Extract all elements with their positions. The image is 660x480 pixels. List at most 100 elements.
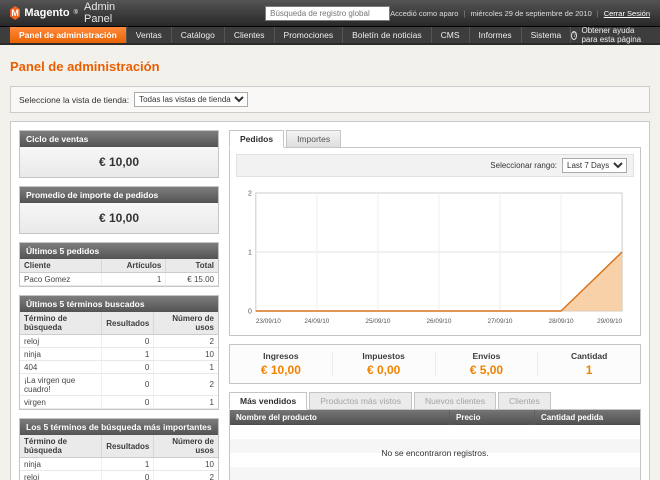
table-cell: virgen: [20, 396, 102, 409]
nav-item[interactable]: Promociones: [275, 27, 344, 43]
last-search-terms-table: Término de búsquedaResultadosNúmero de u…: [20, 312, 218, 409]
global-search: [265, 6, 390, 21]
svg-text:23/09/10: 23/09/10: [256, 318, 281, 325]
last-orders-box: Últimos 5 pedidos ClienteArtículosTotal …: [19, 242, 219, 287]
chart-toolbar: Seleccionar rango: Last 7 Days: [236, 154, 634, 177]
total-cell: Envíos€ 5,00: [435, 351, 538, 377]
dashboard-left-column: Ciclo de ventas € 10,00 Promedio de impo…: [19, 130, 219, 480]
nav-item[interactable]: Panel de administración: [10, 27, 127, 43]
bestsellers-panel: Nombre del productoPrecioCantidad pedida…: [229, 409, 641, 480]
content-area: Panel de administración Seleccione la vi…: [0, 45, 660, 480]
tab: Nuevos clientes: [414, 392, 496, 410]
range-label: Seleccionar rango:: [490, 161, 557, 170]
header-meta: Accedió como aparo | miércoles 29 de sep…: [390, 9, 650, 18]
trademark-symbol: ®: [74, 10, 78, 16]
svg-text:1: 1: [248, 249, 252, 256]
total-label: Ingresos: [230, 351, 332, 361]
table-cell: 2: [154, 471, 218, 480]
total-value: € 5,00: [436, 363, 538, 377]
table-row: ¡La virgen que cuadro!02: [20, 374, 218, 396]
grid-tabs: Más vendidosProductos más vistosNuevos c…: [229, 392, 641, 410]
svg-text:2: 2: [248, 190, 252, 197]
nav-item[interactable]: Sistema: [522, 27, 572, 43]
bestsellers-body: No se encontraron registros.: [230, 425, 640, 480]
column-header: Total: [166, 259, 218, 273]
table-cell: € 15.00: [166, 273, 218, 286]
table-cell: 0: [102, 361, 154, 374]
column-header: Cliente: [20, 259, 101, 273]
table-cell: 0: [102, 335, 154, 348]
lifetime-sales-box: Ciclo de ventas € 10,00: [19, 130, 219, 178]
box-title: Los 5 términos de búsqueda más important…: [20, 419, 218, 435]
total-value: € 0,00: [333, 363, 435, 377]
orders-chart: 01223/09/1024/09/1025/09/1026/09/1027/09…: [238, 185, 632, 327]
magento-logo-icon: M: [10, 6, 20, 20]
nav-item[interactable]: Catálogo: [172, 27, 225, 43]
table-cell: 2: [154, 335, 218, 348]
total-cell: Impuestos € 0,00: [332, 351, 435, 377]
global-search-input[interactable]: [265, 6, 390, 21]
column-header: Artículos: [101, 259, 166, 273]
logged-in-as: Accedió como aparo: [390, 9, 458, 18]
table-cell: Paco Gomez: [20, 273, 101, 286]
table-cell: reloj: [20, 471, 102, 480]
column-header: Precio: [450, 410, 535, 425]
svg-text:28/09/10: 28/09/10: [549, 318, 574, 325]
dashboard-main: Ciclo de ventas € 10,00 Promedio de impo…: [10, 121, 650, 480]
column-header: Término de búsqueda: [20, 312, 102, 335]
magento-logo: M Magento® Admin Panel: [10, 1, 130, 25]
dashboard-right-column: PedidosImportes Seleccionar rango: Last …: [229, 130, 641, 480]
range-select[interactable]: Last 7 Days: [562, 158, 627, 173]
nav-item[interactable]: Boletín de noticias: [343, 27, 431, 43]
totals-row: Ingresos€ 10,00Impuestos € 0,00Envíos€ 5,…: [229, 344, 641, 384]
diagram-panel: Seleccionar rango: Last 7 Days 0 1 2 23/09/…: [229, 147, 641, 336]
table-cell: 1: [102, 348, 154, 361]
total-cell: Ingresos€ 10,00: [230, 351, 332, 377]
box-title: Ciclo de ventas: [20, 131, 218, 147]
chart-wrap: 01223/09/1024/09/1025/09/1026/09/1027/09…: [236, 183, 634, 329]
header-date: miércoles 29 de septiembre de 2010: [470, 9, 591, 18]
nav-item[interactable]: Informes: [470, 27, 522, 43]
main-nav: Panel de administraciónVentasCatálogoCli…: [0, 27, 660, 45]
column-header: Número de usos: [154, 435, 218, 458]
tab[interactable]: Más vendidos: [229, 392, 307, 410]
column-header: Cantidad pedida: [535, 410, 640, 425]
separator: |: [597, 9, 599, 18]
box-title: Promedio de importe de pedidos: [20, 187, 218, 203]
logo-brand: Magento: [24, 7, 69, 19]
store-switcher: Seleccione la vista de tienda: Todas las…: [10, 86, 650, 113]
table-cell: 1: [154, 396, 218, 409]
store-switcher-select[interactable]: Todas las vistas de tienda: [134, 92, 248, 107]
box-title: Últimos 5 términos buscados: [20, 296, 218, 312]
tab: Productos más vistos: [309, 392, 412, 410]
help-link[interactable]: Obtener ayuda para esta página: [571, 27, 650, 43]
svg-text:24/09/10: 24/09/10: [304, 318, 329, 325]
last-search-terms-box: Últimos 5 términos buscados Término de b…: [19, 295, 219, 410]
table-cell: 0: [102, 471, 154, 480]
logout-link[interactable]: Cerrar Sesión: [604, 9, 650, 18]
table-cell: 0: [102, 396, 154, 409]
table-cell: 1: [102, 458, 154, 471]
svg-text:27/09/10: 27/09/10: [488, 318, 513, 325]
top-search-terms-table: Término de búsquedaResultadosNúmero de u…: [20, 435, 218, 480]
table-row: reloj02: [20, 335, 218, 348]
column-header: Resultados: [102, 435, 154, 458]
tab[interactable]: Importes: [286, 130, 341, 148]
average-orders-value: € 10,00: [20, 203, 218, 233]
table-cell: ninja: [20, 348, 102, 361]
nav-item[interactable]: Clientes: [225, 27, 275, 43]
bestsellers-header: Nombre del productoPrecioCantidad pedida: [230, 410, 640, 425]
box-title: Últimos 5 pedidos: [20, 243, 218, 259]
total-label: Impuestos: [333, 351, 435, 361]
table-cell: ninja: [20, 458, 102, 471]
svg-text:0: 0: [248, 308, 252, 315]
nav-item[interactable]: Ventas: [127, 27, 172, 43]
table-row: 40401: [20, 361, 218, 374]
store-switcher-label: Seleccione la vista de tienda:: [19, 95, 129, 105]
separator: |: [463, 9, 465, 18]
table-cell: ¡La virgen que cuadro!: [20, 374, 102, 396]
tab: Clientes: [498, 392, 551, 410]
tab[interactable]: Pedidos: [229, 130, 284, 148]
table-cell: 10: [154, 458, 218, 471]
nav-item[interactable]: CMS: [432, 27, 470, 43]
